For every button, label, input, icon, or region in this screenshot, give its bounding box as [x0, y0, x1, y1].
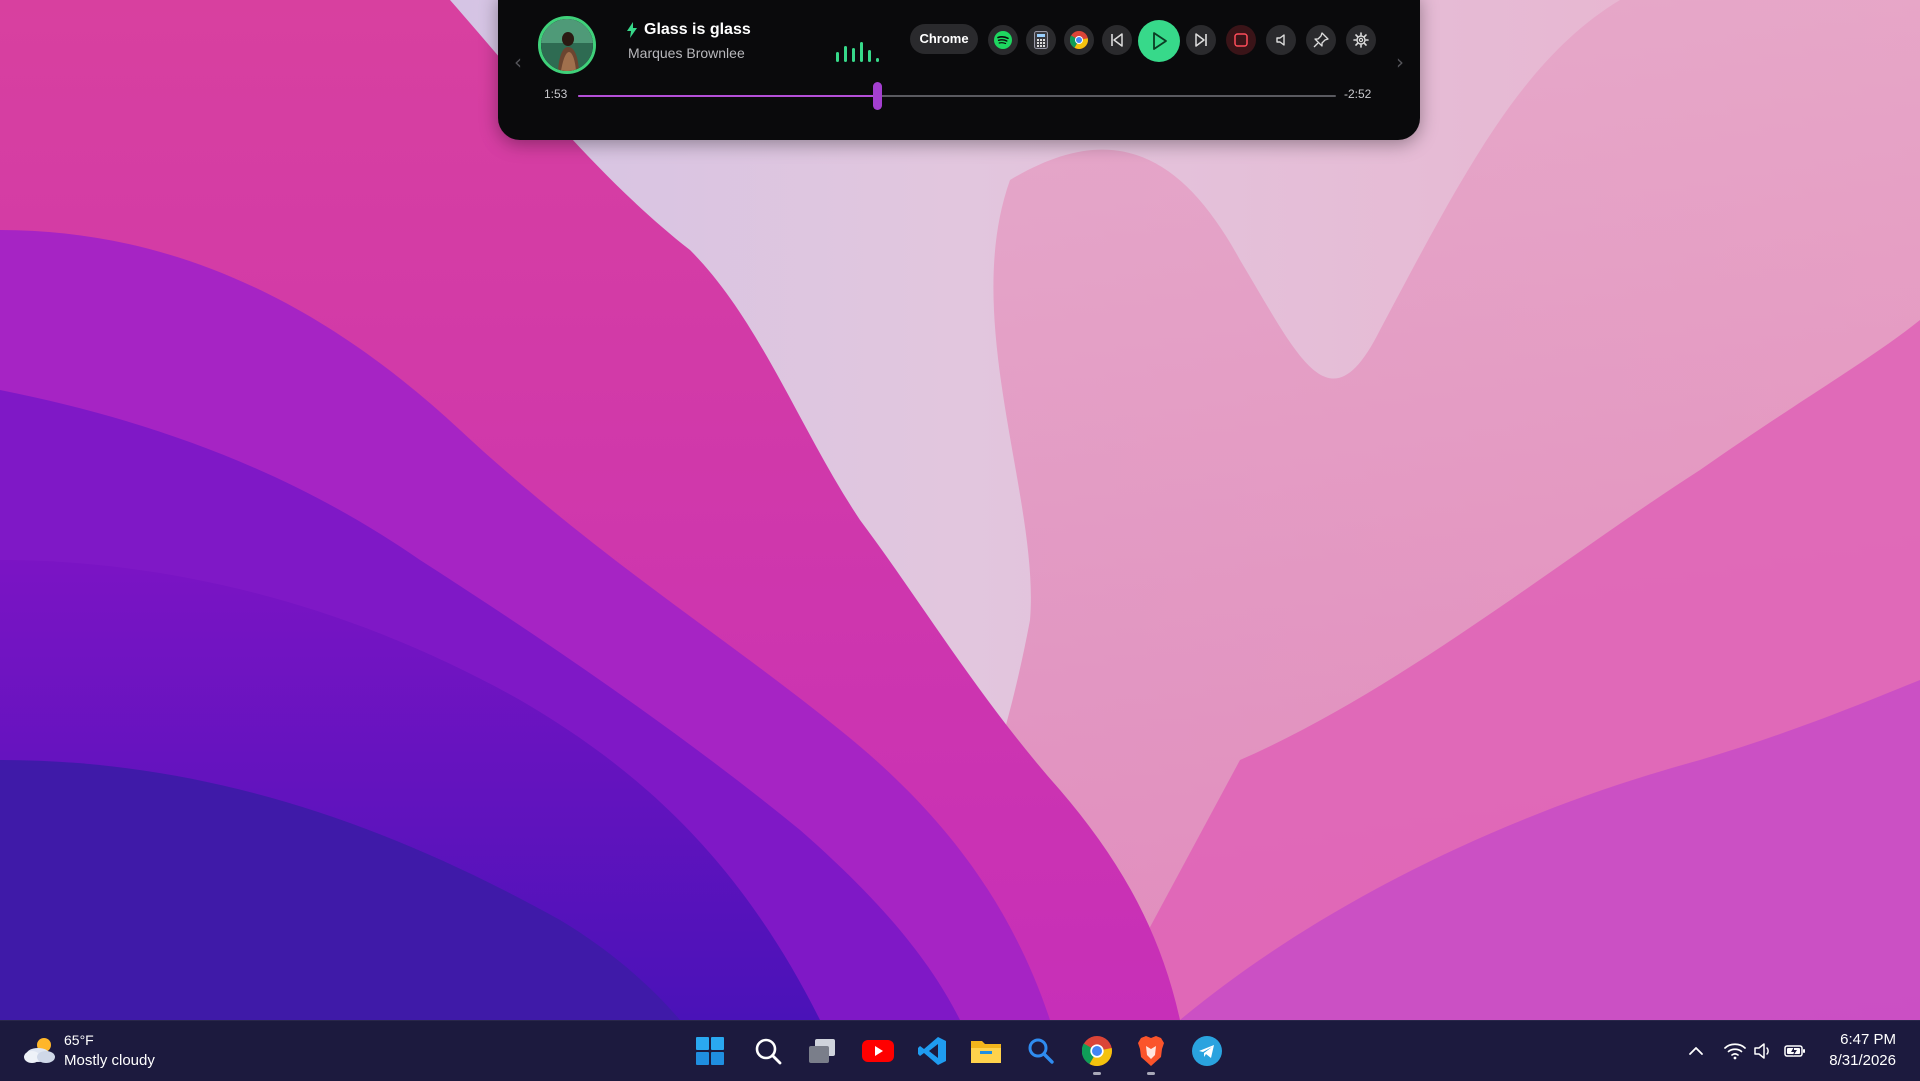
- stop-button[interactable]: [1226, 25, 1256, 55]
- wifi-icon: [1724, 1043, 1746, 1060]
- vscode-icon: [918, 1037, 946, 1065]
- clock-time[interactable]: 6:47 PM: [1840, 1031, 1896, 1048]
- volume-tray-button[interactable]: [1752, 1040, 1774, 1062]
- previous-track-button[interactable]: [1102, 25, 1132, 55]
- taskbar: 65°F Mostly cloudy 6:47 PM 8/31/2026: [0, 1020, 1920, 1081]
- spotify-icon: [994, 31, 1012, 49]
- progress-thumb[interactable]: [872, 82, 882, 110]
- task-view-button[interactable]: [804, 1033, 840, 1069]
- time-remaining: -2:52: [1344, 87, 1372, 101]
- source-app-chip[interactable]: Chrome: [910, 24, 978, 54]
- wallpaper: [0, 0, 1920, 1020]
- play-button[interactable]: [1138, 20, 1180, 62]
- volume-button[interactable]: [1266, 25, 1296, 55]
- chrome-icon: [1082, 1036, 1112, 1066]
- vscode-app[interactable]: [914, 1033, 950, 1069]
- brave-icon: [1138, 1036, 1164, 1066]
- chevron-right-icon[interactable]: ›: [1396, 50, 1404, 74]
- volume-icon: [1276, 34, 1285, 46]
- stop-icon: [1234, 33, 1248, 47]
- progress-fill: [578, 95, 877, 97]
- file-explorer-icon: [971, 1041, 1001, 1063]
- chevron-left-icon[interactable]: ‹: [514, 50, 522, 74]
- chevron-up-icon: [1689, 1047, 1703, 1055]
- brave-app[interactable]: [1133, 1033, 1169, 1075]
- search-app[interactable]: [1023, 1033, 1059, 1069]
- calculator-button[interactable]: [1026, 25, 1056, 55]
- youtube-icon: [862, 1040, 894, 1062]
- spotify-button[interactable]: [988, 25, 1018, 55]
- clock-date[interactable]: 8/31/2026: [1829, 1052, 1896, 1069]
- battery-button[interactable]: [1784, 1040, 1806, 1062]
- album-art: [538, 16, 596, 74]
- windows-start-icon: [696, 1037, 724, 1065]
- track-artist: Marques Brownlee: [628, 45, 745, 61]
- start-button[interactable]: [692, 1033, 728, 1069]
- equalizer-icon: [836, 42, 879, 62]
- weather-temperature[interactable]: 65°F: [64, 1032, 94, 1048]
- taskbar-search-button[interactable]: [750, 1033, 786, 1069]
- media-widget: ‹ › Glass is glass Marques Brownlee Chro…: [498, 0, 1420, 140]
- search-app-icon: [1028, 1038, 1054, 1064]
- running-indicator: [1093, 1072, 1101, 1075]
- settings-button[interactable]: [1346, 25, 1376, 55]
- pin-icon: [1313, 32, 1329, 48]
- gear-icon: [1353, 32, 1369, 48]
- next-track-button[interactable]: [1186, 25, 1216, 55]
- partly-cloudy-icon[interactable]: [22, 1035, 58, 1065]
- time-elapsed: 1:53: [544, 87, 568, 101]
- search-icon: [755, 1038, 782, 1065]
- show-hidden-icons-button[interactable]: [1685, 1040, 1707, 1062]
- desktop: ‹ › Glass is glass Marques Brownlee Chro…: [0, 0, 1920, 1020]
- chrome-app[interactable]: [1079, 1033, 1115, 1075]
- calculator-icon: [1034, 31, 1048, 49]
- telegram-app[interactable]: [1189, 1033, 1225, 1069]
- running-indicator: [1147, 1072, 1155, 1075]
- play-icon: [1153, 32, 1167, 50]
- bolt-icon: [627, 22, 637, 38]
- file-explorer-app[interactable]: [968, 1033, 1004, 1069]
- youtube-app[interactable]: [860, 1033, 896, 1069]
- network-button[interactable]: [1724, 1040, 1746, 1062]
- speaker-icon: [1754, 1043, 1769, 1059]
- track-title: Glass is glass: [644, 21, 751, 38]
- chrome-icon: [1070, 31, 1088, 49]
- telegram-icon: [1192, 1036, 1222, 1066]
- skip-next-icon: [1195, 33, 1207, 47]
- battery-icon: [1784, 1045, 1805, 1057]
- pin-button[interactable]: [1306, 25, 1336, 55]
- skip-previous-icon: [1111, 33, 1123, 47]
- task-view-icon: [809, 1039, 835, 1063]
- chrome-button[interactable]: [1064, 25, 1094, 55]
- weather-condition[interactable]: Mostly cloudy: [64, 1052, 155, 1069]
- progress-slider[interactable]: [578, 82, 1336, 110]
